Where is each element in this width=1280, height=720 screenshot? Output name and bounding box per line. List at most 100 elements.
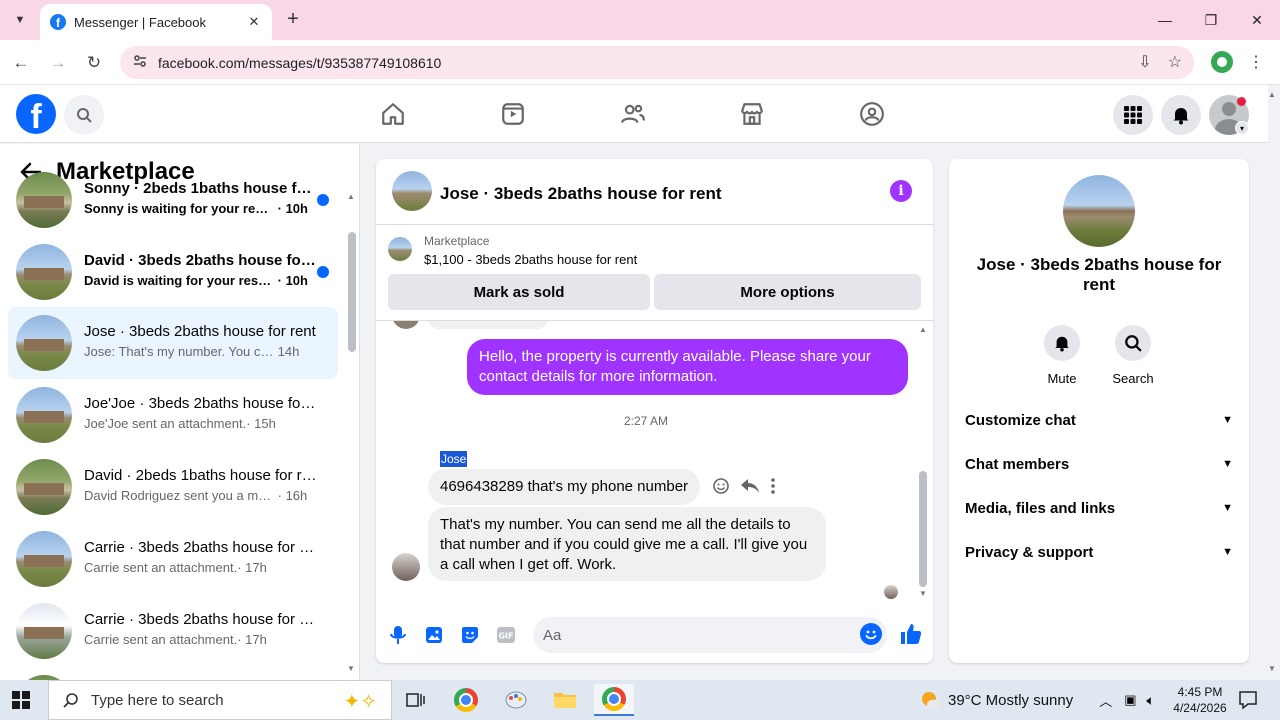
reply-arrow-icon[interactable]	[740, 477, 760, 500]
search-icon	[1115, 325, 1151, 361]
tab-search-chevron-icon[interactable]: ▼	[8, 9, 32, 31]
mark-as-sold-button[interactable]: Mark as sold	[388, 274, 650, 310]
microphone-icon[interactable]	[386, 623, 410, 647]
scroll-up-arrow-icon[interactable]: ▲	[919, 325, 927, 334]
extension-icon[interactable]	[1211, 51, 1233, 73]
chat-avatar[interactable]	[392, 171, 432, 211]
thumbs-up-icon[interactable]	[898, 621, 924, 647]
conversation-item[interactable]	[8, 667, 338, 680]
conversation-preview: David is waiting for your response · 10h	[84, 273, 308, 288]
more-vertical-icon[interactable]	[770, 478, 776, 499]
conversation-item[interactable]: Sonny · 2beds 1baths house for rent Sonn…	[8, 164, 338, 236]
minimize-button[interactable]: —	[1142, 0, 1188, 40]
home-icon[interactable]	[376, 97, 410, 131]
marketplace-conversation-sidebar: Marketplace Sonny · 2beds 1baths house f…	[0, 144, 360, 680]
task-view-icon[interactable]	[396, 684, 436, 716]
new-tab-button[interactable]: +	[282, 8, 304, 32]
conversation-title: Jose · 3beds 2baths house for rent	[84, 323, 316, 340]
show-hidden-icons-chevron-icon[interactable]: ︿	[1099, 691, 1112, 710]
gif-icon[interactable]: GIF	[494, 623, 518, 647]
windows-start-icon[interactable]	[12, 691, 30, 709]
chat-scrollbar-thumb[interactable]	[919, 471, 927, 587]
react-emoji-icon[interactable]	[712, 477, 730, 500]
marketplace-icon[interactable]	[735, 97, 769, 131]
conversation-item[interactable]: Joe'Joe · 3beds 2baths house for rent Jo…	[8, 379, 338, 451]
conversation-item[interactable]: David · 2beds 1baths house for rent Davi…	[8, 451, 338, 523]
video-icon[interactable]	[496, 97, 530, 131]
url-text: facebook.com/messages/t/935387749108610	[158, 54, 442, 71]
conversation-preview: Carrie sent an attachment.· 17h	[84, 560, 267, 575]
conversation-avatar	[1063, 175, 1135, 247]
conversation-item-active[interactable]: Jose · 3beds 2baths house for rent Jose:…	[8, 307, 338, 379]
sticker-icon[interactable]	[458, 623, 482, 647]
conversation-info-icon[interactable]: i	[890, 180, 912, 202]
groups-icon[interactable]	[855, 97, 889, 131]
weather-text[interactable]: 39°C Mostly sunny	[948, 692, 1073, 709]
meet-now-icon[interactable]: ▣	[1124, 692, 1136, 708]
message-input[interactable]	[533, 617, 887, 653]
conversation-title: David · 3beds 2baths house for rent	[84, 252, 318, 269]
privacy-support-section[interactable]: Privacy & support ▼	[965, 534, 1233, 570]
browser-tab-strip: ▼ f Messenger | Facebook ✕ + — ❐ ✕	[0, 0, 1280, 40]
conversation-preview: Jose: That's my number. You can send me …	[84, 344, 300, 359]
search-in-conversation-button[interactable]: Search	[1103, 325, 1163, 386]
facebook-logo-icon[interactable]: f	[16, 94, 56, 134]
address-bar[interactable]: facebook.com/messages/t/935387749108610 …	[120, 46, 1194, 79]
friends-icon[interactable]	[616, 97, 650, 131]
page-scroll-down-icon[interactable]: ▼	[1268, 664, 1276, 673]
conversation-item[interactable]: David · 3beds 2baths house for rent Davi…	[8, 236, 338, 308]
bookmark-star-icon[interactable]: ☆	[1168, 52, 1182, 72]
paint-app-icon[interactable]	[496, 684, 536, 716]
photo-icon[interactable]	[422, 623, 446, 647]
forward-arrow-icon[interactable]: →	[45, 50, 71, 76]
unread-indicator	[317, 194, 329, 206]
conversation-item[interactable]: Carrie · 3beds 2baths house for rent Car…	[8, 523, 338, 595]
emoji-icon[interactable]	[860, 623, 882, 645]
back-arrow-icon[interactable]: ←	[8, 50, 34, 76]
menu-grid-icon[interactable]	[1113, 95, 1153, 135]
taskbar-clock[interactable]: 4:45 PM 4/24/2026	[1160, 684, 1240, 716]
scroll-up-arrow-icon[interactable]: ▲	[347, 192, 355, 201]
chat-members-section[interactable]: Chat members ▼	[965, 446, 1233, 482]
volume-muted-icon[interactable]: 🔈︎	[1147, 692, 1155, 709]
listing-thumbnail	[16, 603, 72, 659]
sender-avatar	[392, 553, 420, 581]
conversation-preview: Sonny is waiting for your response · 10h	[84, 201, 308, 216]
close-window-button[interactable]: ✕	[1234, 0, 1280, 40]
message-composer: GIF	[376, 607, 933, 663]
incoming-message-bubble[interactable]: 4696438289 that's my phone number	[428, 469, 701, 505]
tab-close-icon[interactable]: ✕	[246, 14, 262, 30]
site-info-icon[interactable]	[132, 53, 152, 72]
scroll-down-arrow-icon[interactable]: ▼	[919, 589, 927, 598]
profile-notification-dot	[1237, 97, 1246, 106]
listing-price-title[interactable]: $1,100 - 3beds 2baths house for rent	[424, 252, 637, 267]
clock-time: 4:45 PM	[1177, 685, 1223, 699]
media-files-links-section[interactable]: Media, files and links ▼	[965, 490, 1233, 526]
chevron-down-icon: ▼	[1222, 414, 1233, 426]
more-options-button[interactable]: More options	[654, 274, 921, 310]
browser-menu-icon[interactable]: ⋮	[1248, 52, 1264, 72]
mute-button[interactable]: Mute	[1032, 325, 1092, 386]
chat-title[interactable]: Jose · 3beds 2baths house for rent	[440, 184, 722, 204]
reload-icon[interactable]: ↻	[81, 50, 107, 76]
page-scroll-up-icon[interactable]: ▲	[1268, 90, 1276, 99]
customize-chat-section[interactable]: Customize chat ▼	[965, 402, 1233, 438]
incoming-message-bubble[interactable]: That's my number. You can send me all th…	[428, 507, 826, 581]
browser-tab-messenger[interactable]: f Messenger | Facebook ✕	[40, 4, 272, 40]
notifications-bell-icon[interactable]	[1161, 95, 1201, 135]
taskbar-search-box[interactable]: Type here to search ✦✧	[48, 680, 392, 720]
file-explorer-icon[interactable]	[545, 684, 585, 716]
scroll-down-arrow-icon[interactable]: ▼	[347, 664, 355, 673]
conversation-item[interactable]: Carrie · 3beds 2baths house for rent Car…	[8, 595, 338, 667]
system-tray: 39°C Mostly sunny ︿ ▣ 🔈︎	[920, 680, 1155, 720]
outgoing-message-bubble[interactable]: Hello, the property is currently availab…	[467, 339, 908, 395]
notification-center-icon[interactable]	[1238, 690, 1258, 715]
account-chevron-down-icon[interactable]: ▾	[1235, 121, 1249, 135]
chrome-taskbar-icon[interactable]	[594, 684, 634, 716]
conversation-title: Carrie · 3beds 2baths house for rent	[84, 611, 318, 628]
maximize-button[interactable]: ❐	[1188, 0, 1234, 40]
sidebar-scrollbar-thumb[interactable]	[348, 232, 356, 352]
install-app-icon[interactable]: ⇩	[1138, 52, 1151, 72]
search-icon[interactable]	[64, 95, 104, 135]
chrome-profile-taskbar-icon[interactable]	[446, 684, 486, 716]
